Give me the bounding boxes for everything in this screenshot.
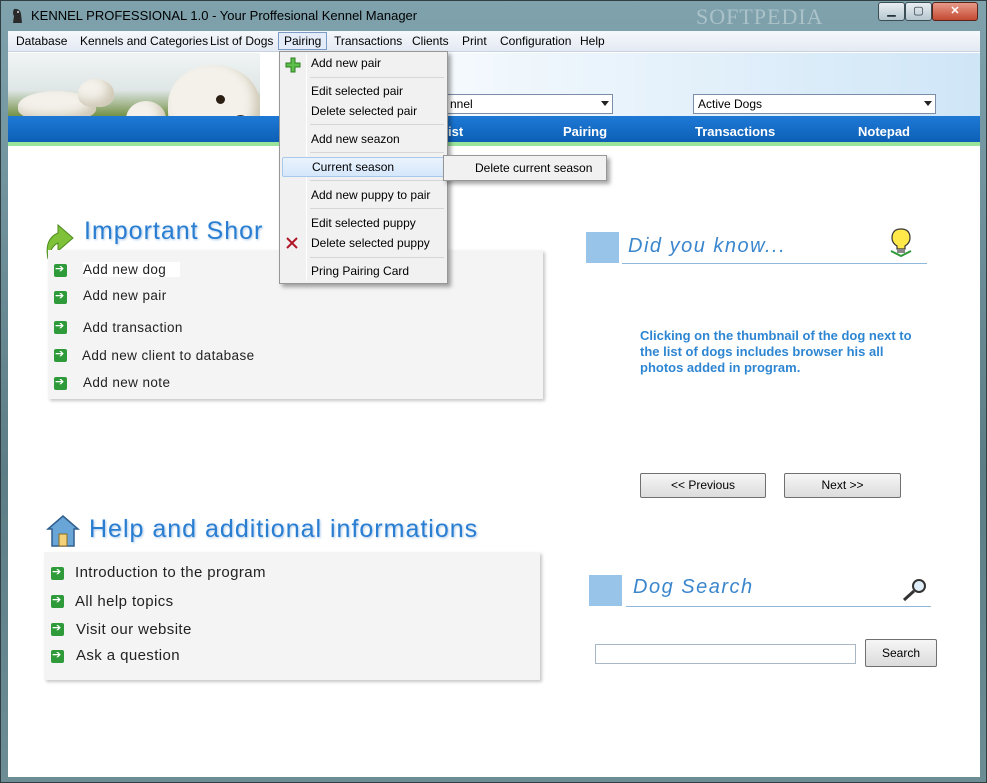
help-all-topics-link[interactable]: All help topics [75, 593, 174, 610]
puppy-eye [216, 95, 225, 104]
help-visit-website-link[interactable]: Visit our website [76, 621, 192, 638]
current-season-submenu: Delete current season [443, 155, 607, 181]
dog-search-title: Dog Search [633, 576, 754, 598]
help-title: Help and additional informations [89, 515, 479, 543]
did-you-know-underline [622, 263, 927, 264]
menu-list-of-dogs[interactable]: List of Dogs [210, 34, 273, 48]
chevron-down-icon [924, 101, 932, 106]
minimize-button[interactable]: ▁ [878, 2, 905, 21]
shortcut-add-new-note[interactable]: Add new note [83, 375, 170, 390]
nav-list[interactable]: ist [448, 124, 463, 139]
menu-current-season[interactable]: Current season [282, 157, 445, 177]
menu-add-new-pair[interactable]: Add new pair [282, 53, 445, 73]
app-dog-icon [13, 8, 22, 23]
nav-pairing[interactable]: Pairing [563, 124, 607, 139]
lightbulb-icon [890, 228, 912, 257]
menu-clients[interactable]: Clients [412, 34, 449, 48]
dog-search-button[interactable]: Search [865, 639, 937, 667]
menu-configuration[interactable]: Configuration [500, 34, 571, 48]
menu-database[interactable]: Database [16, 34, 67, 48]
kennel-select[interactable]: nnel [445, 94, 613, 114]
menu-add-new-puppy[interactable]: Add new puppy to pair [282, 185, 445, 205]
shortcuts-title: Important Shor [84, 217, 264, 245]
home-help-icon [45, 515, 81, 547]
client-area: Database Kennels and Categories List of … [8, 31, 980, 777]
menu-delete-current-season[interactable]: Delete current season [446, 158, 604, 178]
dog-filter-select[interactable]: Active Dogs [693, 94, 936, 114]
maximize-button[interactable]: ▢ [905, 2, 932, 21]
help-introduction-link[interactable]: Introduction to the program [75, 564, 266, 581]
menu-pairing[interactable]: Pairing [278, 32, 328, 50]
puppy-head-left [78, 79, 114, 107]
previous-tip-button[interactable]: << Previous [640, 473, 766, 498]
did-you-know-marker [586, 232, 619, 263]
nav-notepad[interactable]: Notepad [858, 124, 910, 139]
menu-kennels-and-categories[interactable]: Kennels and Categories [80, 34, 208, 48]
shortcut-add-transaction[interactable]: Add transaction [83, 320, 183, 335]
arrow-right-icon [54, 347, 67, 362]
menu-separator [310, 208, 444, 209]
menu-add-new-season[interactable]: Add new seazon [282, 129, 445, 149]
dog-search-input[interactable] [595, 644, 856, 664]
dog-search-underline [626, 606, 931, 607]
title-bar[interactable]: KENNEL PROFESSIONAL 1.0 - Your Proffesio… [1, 1, 986, 31]
shortcut-add-new-pair[interactable]: Add new pair [83, 288, 167, 303]
magnifier-icon [902, 579, 926, 602]
tip-text: Clicking on the thumbnail of the dog nex… [640, 328, 912, 375]
arrow-right-icon [54, 289, 67, 304]
kennel-select-value: nnel [450, 97, 473, 111]
menu-help[interactable]: Help [580, 34, 605, 48]
menu-transactions[interactable]: Transactions [334, 34, 402, 48]
menu-print-pairing-card[interactable]: Pring Pairing Card [282, 261, 445, 281]
pairing-dropdown-menu: Add new pair Edit selected pair Delete s… [279, 51, 448, 284]
menu-print[interactable]: Print [462, 34, 487, 48]
menu-separator [310, 124, 444, 125]
arrow-right-icon [54, 262, 67, 277]
menu-separator [310, 180, 444, 181]
window-title: KENNEL PROFESSIONAL 1.0 - Your Proffesio… [31, 8, 418, 23]
nav-transactions[interactable]: Transactions [695, 124, 775, 139]
menu-bar: Database Kennels and Categories List of … [8, 31, 980, 52]
menu-separator [310, 77, 444, 78]
shortcut-add-new-client[interactable]: Add new client to database [82, 348, 255, 363]
arrow-right-icon [51, 565, 64, 580]
menu-separator [310, 257, 444, 258]
arrow-right-icon [51, 648, 64, 663]
menu-edit-selected-puppy[interactable]: Edit selected puppy [282, 213, 445, 233]
arrow-right-icon [51, 593, 64, 608]
nav-accent-stripe [8, 142, 980, 146]
menu-separator [310, 152, 444, 153]
close-button[interactable]: ✕ [932, 2, 978, 21]
watermark-text: SOFTPEDIA [696, 4, 824, 29]
did-you-know-title: Did you know... [628, 235, 787, 257]
arrow-right-icon [54, 375, 67, 390]
dog-filter-select-value: Active Dogs [698, 97, 763, 111]
menu-delete-selected-puppy[interactable]: Delete selected puppy [282, 233, 445, 253]
menu-edit-selected-pair[interactable]: Edit selected pair [282, 81, 445, 101]
arrow-right-icon [54, 319, 67, 334]
next-tip-button[interactable]: Next >> [784, 473, 901, 498]
help-ask-question-link[interactable]: Ask a question [76, 647, 180, 664]
chevron-down-icon [601, 101, 609, 106]
dog-search-marker [589, 575, 622, 606]
shortcut-add-new-dog[interactable]: Add new dog [83, 262, 181, 277]
nav-bar [8, 116, 980, 142]
app-window: KENNEL PROFESSIONAL 1.0 - Your Proffesio… [0, 0, 987, 783]
menu-delete-selected-pair[interactable]: Delete selected pair [282, 101, 445, 121]
arrow-right-icon [51, 621, 64, 636]
